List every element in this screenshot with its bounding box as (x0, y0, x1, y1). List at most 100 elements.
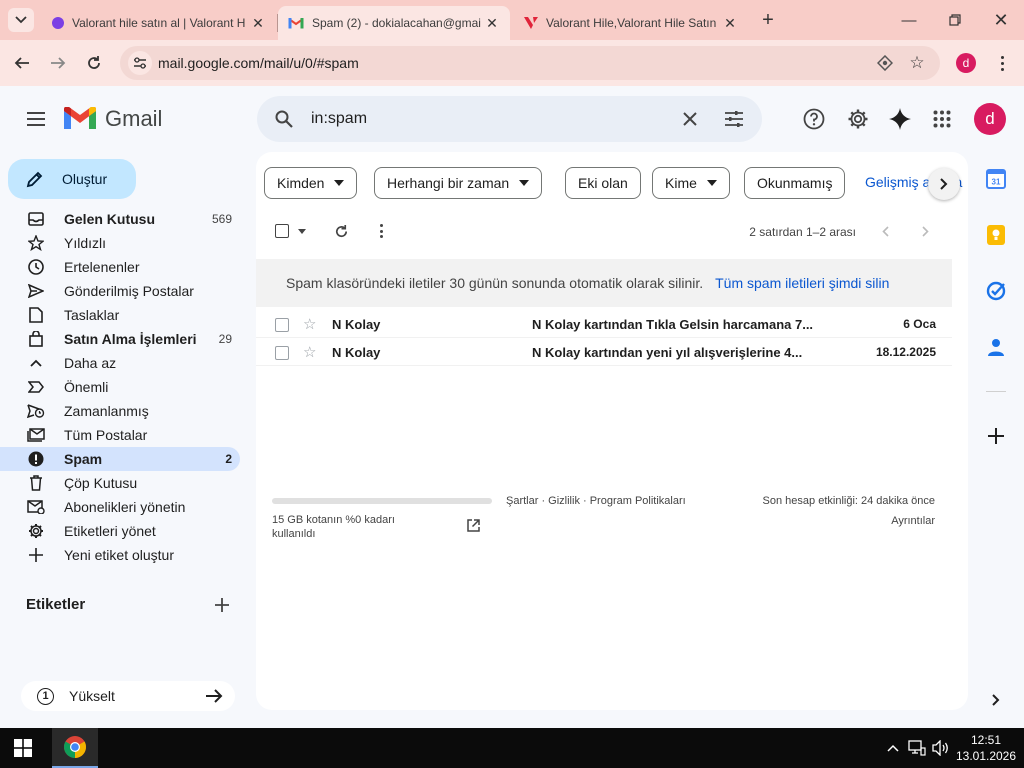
compose-button[interactable]: Oluştur (8, 159, 136, 199)
profile-avatar[interactable]: d (956, 53, 976, 73)
tab-valorant-2[interactable]: Valorant Hile,Valorant Hile Satın ✕ (514, 6, 748, 40)
close-window-button[interactable]: ✕ (986, 8, 1016, 32)
sidebar-item[interactable]: Gelen Kutusu 569 (0, 207, 240, 231)
sidebar-item-label: Çöp Kutusu (64, 475, 138, 491)
tab-valorant-1[interactable]: Valorant hile satın al | Valorant H ✕ (42, 6, 276, 40)
email-row[interactable]: ☆ N Kolay N Kolay kartından yeni yıl alışv… (256, 338, 952, 366)
footer-links[interactable]: Şartlar · Gizlilik · Program Politikalar… (506, 495, 686, 507)
delete-all-spam-link[interactable]: Tüm spam iletileri şimdi silin (715, 275, 889, 291)
back-button[interactable] (9, 50, 35, 76)
create-label-button[interactable] (212, 595, 232, 615)
close-icon[interactable]: ✕ (484, 15, 500, 32)
clock[interactable]: 12:51 13.01.2026 (955, 732, 1017, 764)
filter-chip[interactable]: Kimden (264, 167, 358, 199)
select-dropdown-button[interactable] (296, 225, 308, 237)
reload-button[interactable] (81, 50, 107, 76)
manage-subscriptions-icon (26, 497, 46, 517)
calendar-icon[interactable]: 31 (984, 167, 1008, 191)
close-icon[interactable]: ✕ (722, 15, 738, 32)
profile-initial: d (962, 56, 970, 70)
upgrade-button[interactable]: 1 Yükselt (21, 681, 235, 711)
tasks-icon[interactable] (984, 279, 1008, 303)
clock-icon (26, 257, 46, 277)
sidebar-item[interactable]: Daha az (0, 351, 240, 375)
pagination-text[interactable]: 2 satırdan 1–2 arası (749, 225, 856, 239)
main-menu-button[interactable] (18, 101, 54, 137)
volume-icon[interactable] (932, 739, 950, 757)
gmail-logo[interactable]: Gmail (64, 106, 162, 132)
windows-taskbar: 12:51 13.01.2026 (0, 728, 1024, 768)
bookmark-star-icon[interactable]: ☆ (906, 52, 928, 74)
sidebar-item[interactable]: Çöp Kutusu (0, 471, 240, 495)
older-page-button[interactable] (918, 224, 932, 238)
scroll-chips-right-button[interactable] (928, 168, 960, 200)
tab-search-button[interactable] (8, 8, 34, 32)
filter-chip[interactable]: Okunmamış (744, 167, 846, 199)
forward-button[interactable] (45, 50, 71, 76)
sidebar-item[interactable]: Gönderilmiş Postalar (0, 279, 240, 303)
clear-search-icon[interactable] (678, 107, 702, 131)
sidebar-item[interactable]: Ertelenenler (0, 255, 240, 279)
gmail-app: Gmail in:spam d Oluştur Gelen Kutusu 569… (0, 86, 1024, 728)
sidebar-item[interactable]: Zamanlanmış (0, 399, 240, 423)
storage-bar (272, 498, 492, 504)
apps-button[interactable] (924, 101, 960, 137)
upgrade-label: Yükselt (69, 688, 115, 704)
search-input[interactable]: in:spam (311, 110, 678, 128)
sidebar-item-label: Gönderilmiş Postalar (64, 283, 194, 299)
site-info-icon[interactable] (128, 51, 152, 75)
refresh-button[interactable] (332, 222, 350, 240)
filter-chip[interactable]: Eki olan (565, 167, 641, 199)
sidebar-item[interactable]: Satın Alma İşlemleri 29 (0, 327, 240, 351)
sidebar-item[interactable]: Tüm Postalar (0, 423, 240, 447)
sidebar-item[interactable]: Abonelikleri yönetin (0, 495, 240, 519)
account-avatar[interactable]: d (974, 103, 1006, 135)
pagination-label: 2 satırdan 1–2 arası (749, 225, 856, 239)
restore-button[interactable] (940, 8, 970, 32)
star-icon[interactable]: ☆ (303, 315, 316, 333)
sidebar-item[interactable]: Yeni etiket oluştur (0, 543, 240, 567)
close-icon[interactable]: ✕ (250, 15, 266, 32)
expand-side-panel-button[interactable] (984, 688, 1008, 712)
more-actions-button[interactable] (376, 223, 386, 239)
start-button[interactable] (14, 739, 32, 757)
email-row[interactable]: ☆ N Kolay N Kolay kartından Tıkla Gelsin h… (256, 310, 952, 338)
row-checkbox[interactable] (275, 346, 289, 360)
tab-gmail-spam[interactable]: Spam (2) - dokialacahan@gmai ✕ (278, 6, 510, 40)
search-bar[interactable]: in:spam (257, 96, 762, 142)
show-hidden-icons-button[interactable] (886, 741, 900, 755)
manage-storage-button[interactable] (466, 518, 480, 532)
sidebar-item[interactable]: Etiketleri yönet (0, 519, 240, 543)
gemini-button[interactable] (882, 101, 918, 137)
new-tab-button[interactable]: + (756, 8, 780, 32)
help-button[interactable] (796, 101, 832, 137)
chrome-taskbar-button[interactable] (52, 728, 98, 768)
search-icon[interactable] (273, 108, 295, 130)
contacts-icon[interactable] (984, 335, 1008, 359)
storage-text: 15 GB kotanın %0 kadarı kullanıldı (272, 513, 422, 541)
newer-page-button[interactable] (878, 224, 892, 238)
sidebar-item[interactable]: Önemli (0, 375, 240, 399)
sidebar-item[interactable]: Spam 2 (0, 447, 240, 471)
row-checkbox[interactable] (275, 318, 289, 332)
details-link[interactable]: Ayrıntılar (891, 515, 935, 527)
search-options-icon[interactable] (722, 107, 746, 131)
select-all-checkbox[interactable] (275, 224, 289, 238)
sidebar-item-label: Etiketleri yönet (64, 523, 156, 539)
sidebar-item-label: Tüm Postalar (64, 427, 148, 443)
filter-chip[interactable]: Herhangi bir zaman (374, 167, 543, 199)
minimize-button[interactable]: — (894, 8, 924, 32)
extension-icon[interactable] (874, 52, 896, 74)
network-icon[interactable] (908, 740, 926, 756)
sidebar-item[interactable]: Yıldızlı (0, 231, 240, 255)
address-bar[interactable]: mail.google.com/mail/u/0/#spam ☆ (120, 46, 940, 80)
get-addons-button[interactable] (984, 424, 1008, 448)
browser-menu-icon[interactable] (992, 52, 1012, 74)
email-date: 6 Oca (903, 317, 936, 331)
sidebar-item[interactable]: Taslaklar (0, 303, 240, 327)
star-icon[interactable]: ☆ (303, 343, 316, 361)
spam-icon (26, 449, 46, 469)
settings-button[interactable] (840, 101, 876, 137)
keep-icon[interactable] (984, 223, 1008, 247)
filter-chip[interactable]: Kime (652, 167, 730, 199)
